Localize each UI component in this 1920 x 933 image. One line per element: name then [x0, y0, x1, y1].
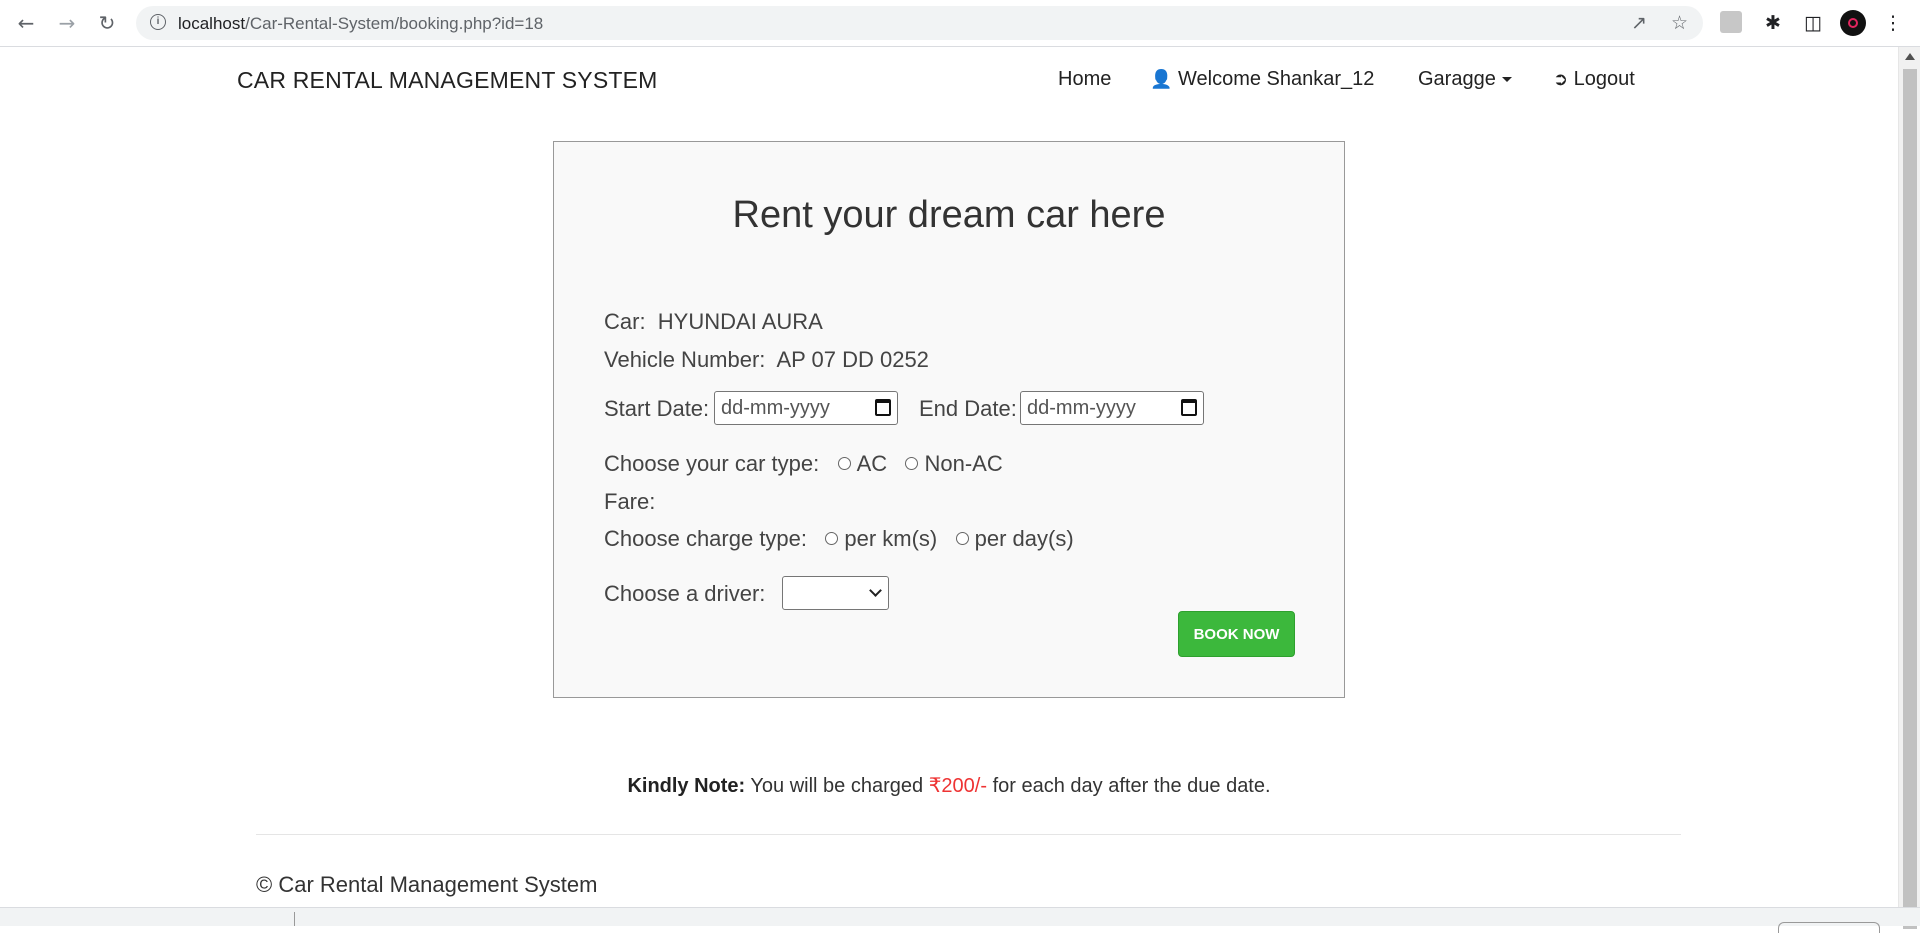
nav-garage-dropdown[interactable]: Garagge [1418, 68, 1512, 91]
fare-label: Fare: [604, 489, 656, 514]
calendar-icon[interactable] [875, 399, 891, 416]
back-arrow-icon[interactable]: ← [12, 9, 40, 37]
vehicle-row: Vehicle Number: AP 07 DD 0252 [604, 347, 929, 373]
end-date-placeholder: dd-mm-yyyy [1027, 397, 1136, 419]
download-shelf-tab[interactable] [1778, 922, 1880, 933]
info-icon[interactable]: i [150, 14, 166, 30]
page-scrollbar[interactable] [1898, 47, 1920, 929]
note-amount: ₹200/- [928, 775, 988, 797]
reload-icon[interactable]: ↻ [93, 9, 121, 37]
radio-circle[interactable] [837, 456, 851, 470]
start-date-placeholder: dd-mm-yyyy [721, 397, 830, 419]
car-value: HYUNDAI AURA [657, 309, 823, 334]
radio-non-ac[interactable]: Non-AC [905, 451, 1003, 476]
charge-type-label: Choose charge type: [604, 526, 808, 551]
forward-arrow-icon[interactable]: → [53, 9, 81, 37]
car-label: Car: [604, 309, 646, 334]
radio-per-km-label[interactable]: per km(s) [844, 526, 937, 551]
url-text: localhost/Car-Rental-System/booking.php?… [178, 14, 543, 34]
side-panel-icon[interactable]: ◫ [1800, 10, 1826, 36]
booking-form-card: Rent your dream car here Car: HYUNDAI AU… [553, 141, 1345, 698]
site-navbar: CAR RENTAL MANAGEMENT SYSTEM Home 👤 Welc… [0, 47, 1898, 111]
book-now-button[interactable]: BOOK NOW [1178, 611, 1295, 657]
form-title: Rent your dream car here [732, 194, 1166, 236]
caret-down-icon [1501, 77, 1512, 83]
divider [256, 834, 1681, 835]
car-type-row: Choose your car type: AC Non-AC [604, 451, 1003, 477]
driver-label: Choose a driver: [604, 581, 766, 606]
start-date-label: Start Date: [604, 396, 710, 421]
end-date-label: End Date: [919, 396, 1017, 421]
url-path: /Car-Rental-System/booking.php?id=18 [245, 14, 544, 33]
welcome-label: Welcome Shankar_12 [1177, 68, 1375, 90]
radio-per-day[interactable]: per day(s) [955, 526, 1074, 551]
radio-ac-label[interactable]: AC [857, 451, 888, 476]
browser-toolbar: ← → ↻ i localhost/Car-Rental-System/book… [0, 0, 1920, 47]
menu-icon[interactable]: ⋮ [1880, 10, 1906, 36]
scroll-thumb[interactable] [1903, 69, 1917, 929]
end-date-input[interactable]: dd-mm-yyyy [1020, 391, 1204, 425]
user-icon: 👤 [1150, 69, 1173, 90]
footer-copyright: © Car Rental Management System [256, 872, 598, 897]
radio-circle[interactable] [905, 456, 919, 470]
radio-per-km[interactable]: per km(s) [825, 526, 937, 551]
chevron-down-icon [869, 584, 882, 597]
status-bar [0, 907, 1920, 933]
radio-ac[interactable]: AC [837, 451, 888, 476]
kindly-note: Kindly Note: You will be charged ₹200/- … [0, 773, 1898, 798]
note-text-1: You will be charged [750, 775, 924, 797]
vehicle-label: Vehicle Number: [604, 347, 766, 372]
url-host: localhost [178, 14, 246, 33]
avatar[interactable] [1840, 10, 1866, 36]
nav-logout[interactable]: ➲ Logout [1553, 68, 1635, 91]
radio-circle[interactable] [825, 531, 839, 545]
scroll-up-icon[interactable] [1905, 53, 1915, 60]
star-icon[interactable]: ☆ [1671, 12, 1688, 34]
garage-label: Garagge [1418, 68, 1496, 90]
radio-per-day-label[interactable]: per day(s) [975, 526, 1074, 551]
logout-label: Logout [1573, 68, 1635, 90]
note-text-2: for each day after the due date. [992, 775, 1271, 797]
profile-picture[interactable] [1720, 11, 1742, 33]
share-icon[interactable]: ↗ [1631, 12, 1647, 34]
note-bold: Kindly Note: [627, 775, 746, 797]
vehicle-value: AP 07 DD 0252 [776, 347, 929, 372]
charge-type-row: Choose charge type: per km(s) per day(s) [604, 526, 1074, 552]
logout-icon: ➲ [1553, 69, 1569, 90]
driver-select[interactable] [782, 576, 889, 610]
brand-title[interactable]: CAR RENTAL MANAGEMENT SYSTEM [237, 67, 658, 94]
divider [294, 912, 295, 926]
calendar-icon[interactable] [1181, 399, 1197, 416]
car-row: Car: HYUNDAI AURA [604, 309, 823, 335]
nav-home[interactable]: Home [1058, 68, 1111, 91]
extensions-icon[interactable]: ✱ [1760, 10, 1786, 36]
start-date-input[interactable]: dd-mm-yyyy [714, 391, 898, 425]
radio-non-ac-label[interactable]: Non-AC [924, 451, 1002, 476]
car-type-label: Choose your car type: [604, 451, 820, 476]
nav-welcome[interactable]: 👤 Welcome Shankar_12 [1150, 68, 1374, 91]
address-bar[interactable]: i localhost/Car-Rental-System/booking.ph… [136, 6, 1703, 40]
radio-circle[interactable] [955, 531, 969, 545]
